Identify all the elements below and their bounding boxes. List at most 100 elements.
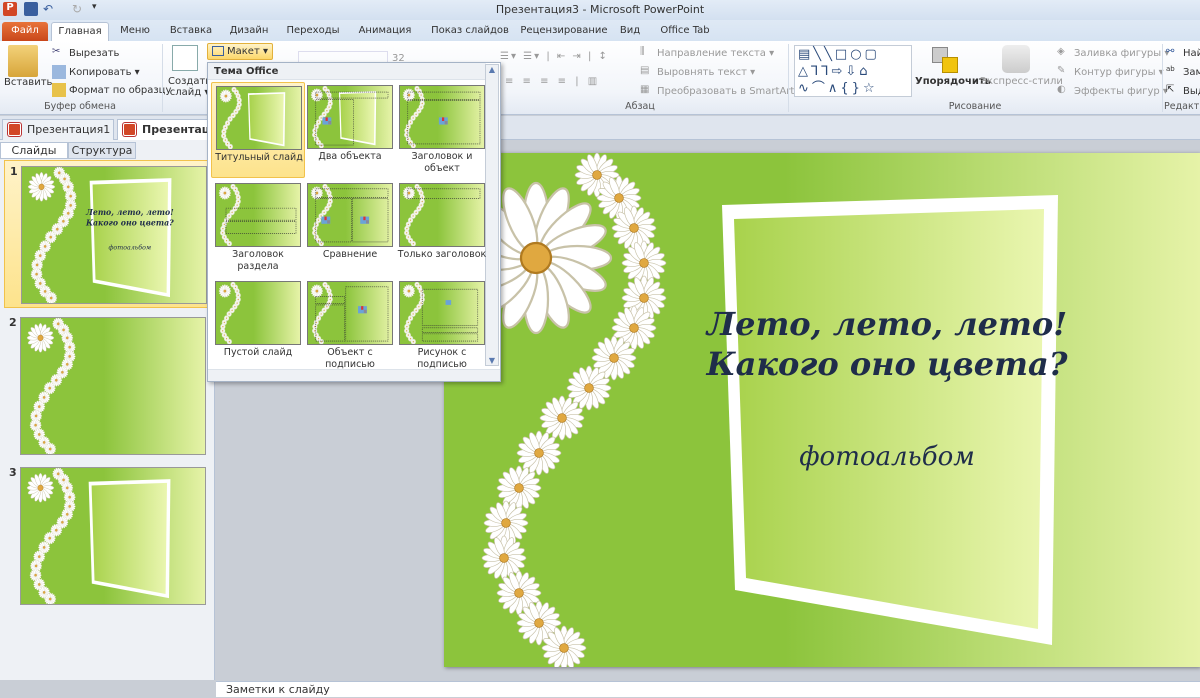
doc-tab-1[interactable]: Презентация1 ✕ [2,119,114,156]
tab-slideshow[interactable]: Показ слайдов [425,22,515,41]
daisy-flower [541,625,587,667]
replace-button[interactable]: ab Заменить [1166,65,1200,79]
quick-styles-button[interactable]: Экспресс-стили [980,76,1063,87]
slides-pane: Слайды Структура 1 Лето, лето, лето! Како… [0,140,215,680]
shape-fill-button[interactable]: ◈ Заливка фигуры ▾ [1057,46,1169,60]
photo-frame [722,195,1058,645]
resize-grip[interactable] [208,369,500,381]
tab-slides[interactable]: Слайды [0,142,68,159]
layout-option[interactable]: Только заголовок [395,180,489,276]
tab-design[interactable]: Дизайн [224,22,274,41]
daisy-flower [45,291,58,303]
tab-animation[interactable]: Анимация [352,22,418,41]
document-tabs: Презентация1 ✕ Презентация3 [0,116,1200,156]
layout-option[interactable]: Пустой слайд [211,278,305,374]
tab-menu[interactable]: Меню [113,22,157,41]
layout-preview [307,85,393,149]
effects-icon: ◐ [1057,84,1066,95]
layout-option[interactable]: Заголовок раздела [211,180,305,276]
cut-button[interactable]: ✂ Вырезать [52,46,119,60]
daisy-flower [402,284,416,298]
text-direction-icon: ⫼ [640,46,645,57]
slide-title-line-1[interactable]: Лето, лето, лето! [705,305,1067,343]
tab-file[interactable]: Файл [2,22,48,41]
format-painter-button[interactable]: Формат по образцу [52,83,171,97]
daisy-flower [410,338,417,344]
new-slide-label: Создать [168,76,212,87]
align-text-icon: ▤ [640,65,650,76]
pptx-file-icon [123,123,136,136]
new-slide-icon [172,45,198,71]
copy-button[interactable]: Копировать ▾ [52,65,140,79]
slide-thumbnail-2[interactable]: 2 [4,312,210,460]
daisy-flower [516,430,562,476]
layout-label: Титульный слайд [215,152,303,163]
layout-label: Два объекта [318,151,382,162]
smartart-button[interactable]: ▦Преобразовать в SmartArt ▾ [640,84,803,98]
cut-label: Вырезать [69,48,120,59]
layout-option[interactable]: Объект с подписью [303,278,397,374]
layout-option[interactable]: Титульный слайд [211,82,305,178]
tab-review[interactable]: Рецензирование [518,22,610,41]
layout-button[interactable]: Макет ▾ [207,43,273,60]
tab-outline[interactable]: Структура [68,142,136,159]
smartart-icon: ▦ [640,84,650,95]
shapes-gallery[interactable]: ▤╲╲□○▢ △⅂⅂⇨⇩⌂ ∿⌒∧{}☆ [794,45,912,97]
scroll-up-icon[interactable]: ▲ [486,65,498,74]
quick-styles-icon [1002,45,1030,73]
daisy-flower [226,338,233,344]
daisy-flower [44,442,57,454]
slide-preview [20,467,206,605]
daisy-flower [27,172,56,202]
daisy-flower [226,240,233,246]
shape-outline-button[interactable]: ✎ Контур фигуры ▾ [1057,65,1164,79]
paste-button[interactable]: Вставить [4,77,52,88]
slide-number: 1 [10,165,18,178]
daisy-flower [611,205,657,251]
daisy-flower [218,284,232,298]
layout-label: Только заголовок [397,249,487,260]
tab-insert[interactable]: Вставка [165,22,217,41]
daisy-flower [318,142,325,148]
text-direction-label: Направление текста [657,48,766,59]
layout-option[interactable]: Сравнение [303,180,397,276]
bullets-buttons[interactable]: ☰▾ ☰▾ | ⇤ ⇥ | ↕ [500,51,609,62]
daisy-flower [218,186,232,200]
layout-option[interactable]: Рисунок с подписью [395,278,489,374]
daisy-flower [402,186,416,200]
photo-frame [247,92,286,147]
select-button[interactable]: ⇱ Выделить [1166,84,1200,98]
layout-label: Пустой слайд [223,347,293,358]
tab-transitions[interactable]: Переходы [283,22,343,41]
slide-title-line-2[interactable]: Какого оно цвета? [706,345,1068,383]
brush-icon [52,83,66,97]
slide-thumbnail-1[interactable]: 1 Лето, лето, лето! Какого оно цвета? фото… [4,160,210,308]
tab-office-tab[interactable]: Office Tab [655,22,715,41]
scissors-icon: ✂ [52,46,61,57]
tab-home[interactable]: Главная [51,22,109,41]
slide-subtitle[interactable]: фотоальбом [799,442,975,472]
align-text-label: Выровнять текст [657,67,747,78]
daisy-flower [310,284,324,298]
new-slide-button[interactable]: Создать слайд ▾ [168,76,211,98]
notes-pane[interactable]: Заметки к слайду [216,681,1200,697]
slide-thumbnail-3[interactable]: 3 [4,462,210,610]
layout-label: Заголовок раздела [232,249,284,272]
find-button[interactable]: ⚯ Найти [1166,46,1200,60]
shape-effects-button[interactable]: ◐ Эффекты фигур ▾ [1057,84,1168,98]
daisy-flower [310,88,324,102]
align-buttons[interactable]: ≡ ≡ ≡ ≡ | ▥ [505,76,600,87]
layout-label: Макет [227,46,260,57]
align-text-button[interactable]: ▤ Выровнять текст ▾ [640,65,755,79]
layout-icon [212,46,224,56]
text-direction-button[interactable]: ⫼ Направление текста ▾ [640,46,774,60]
shape-outline-label: Контур фигуры [1074,67,1156,78]
daisy-flower [318,338,325,344]
replace-label: Заменить [1183,67,1200,78]
ribbon: Вставить ✂ Вырезать Копировать ▾ Формат п… [0,41,1200,115]
tab-view[interactable]: Вид [615,22,645,41]
layout-option[interactable]: Два объекта [303,82,397,178]
current-slide[interactable]: Лето, лето, лето!Какого оно цвета? фотоал… [444,153,1200,667]
arrange-icon [930,45,962,75]
layout-option[interactable]: Заголовок и объект [395,82,489,178]
